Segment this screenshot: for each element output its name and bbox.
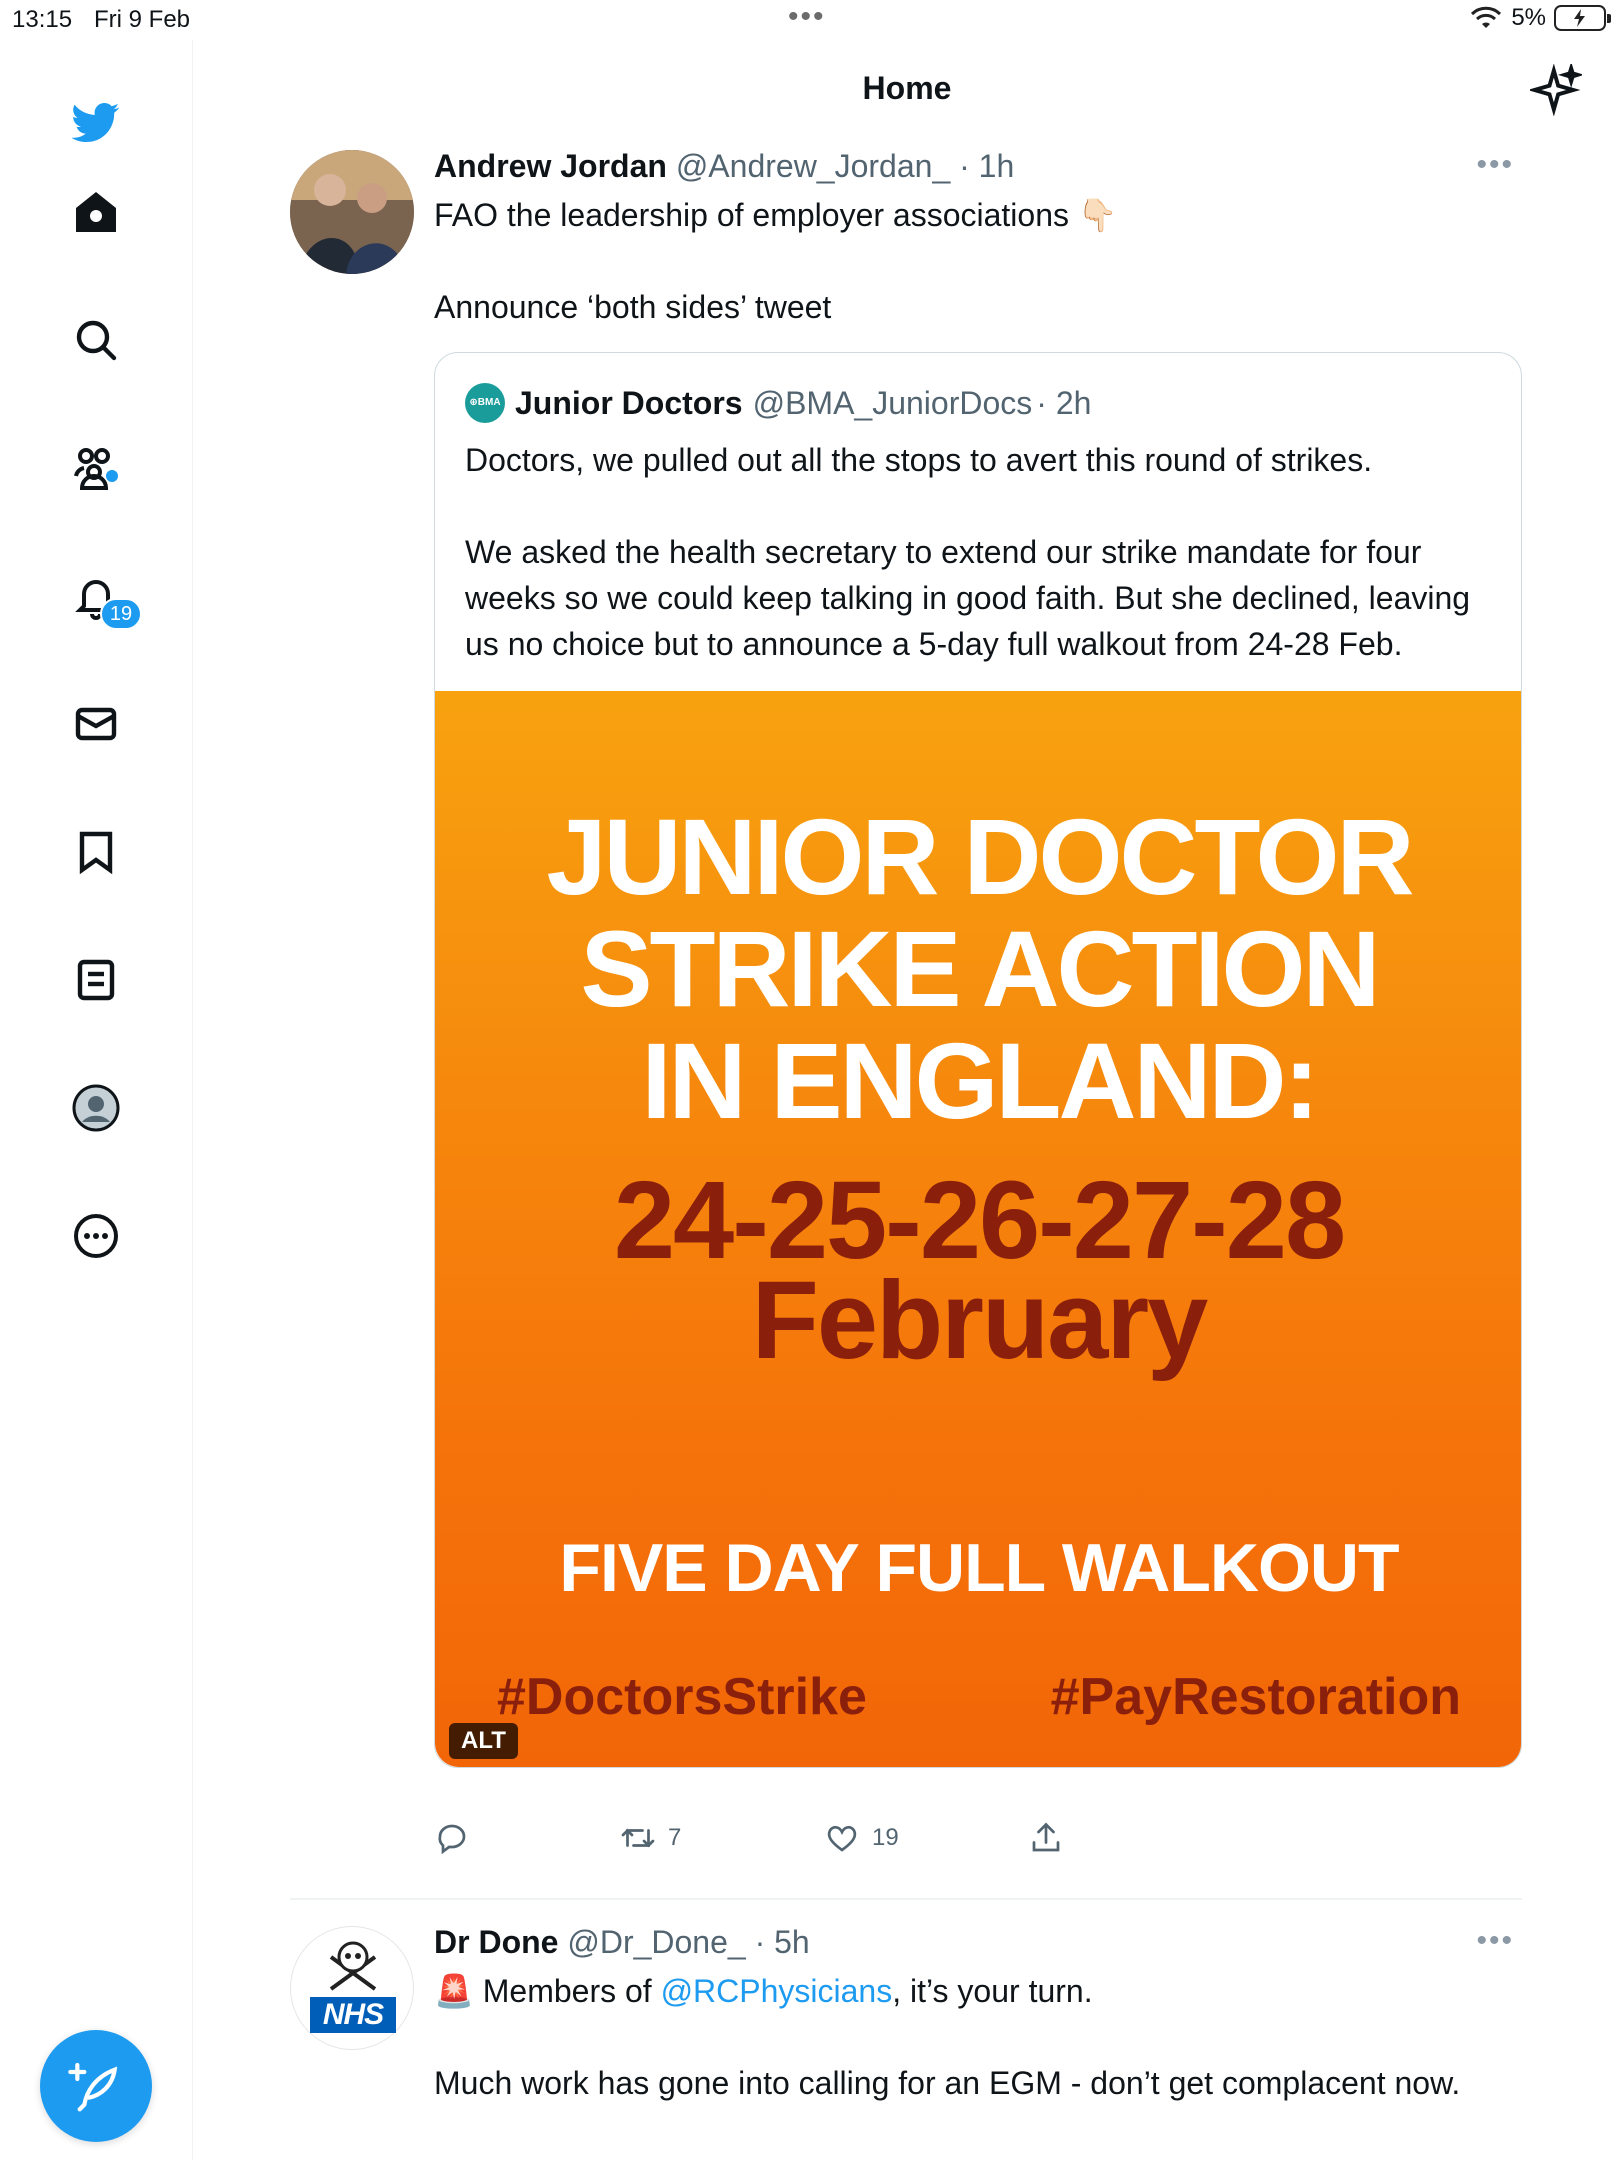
reply-icon (438, 1824, 466, 1855)
quoted-author-name: Junior Doctors (515, 385, 743, 421)
quoted-tweet-text: Doctors, we pulled out all the stops to … (465, 437, 1491, 667)
status-time: 13:15 (12, 6, 73, 33)
image-title: JUNIOR DOCTOR STRIKE ACTION IN ENGLAND: (435, 796, 1521, 1141)
tweet-text-para2: Much work has gone into calling for an E… (434, 2065, 1461, 2101)
tweet-divider (290, 1898, 1522, 1900)
pointing-down-emoji: 👇🏻 (1077, 197, 1118, 233)
profile-avatar-icon[interactable] (64, 1076, 128, 1140)
image-date-range: 24-25-26-27-28 (613, 1159, 1346, 1282)
battery-percent: 5% (1511, 4, 1546, 31)
author-name[interactable]: Andrew Jordan (434, 148, 667, 184)
notifications-badge: 19 (100, 598, 142, 630)
tweet-header: Dr Done @Dr_Done_ · 5h (434, 1916, 1514, 1968)
image-hashtag-payrestoration: #PayRestoration (1050, 1668, 1461, 1726)
avatar-dr-done[interactable]: NHS (290, 1926, 414, 2050)
quoted-tweet[interactable]: ⊕BMA Junior Doctors @BMA_JuniorDocs · 2h… (434, 352, 1522, 1768)
tweet-text-pre: Members of (482, 1973, 661, 2009)
communities-unread-dot (106, 470, 118, 482)
author-name[interactable]: Dr Done (434, 1924, 558, 1960)
quoted-text-para1: Doctors, we pulled out all the stops to … (465, 442, 1373, 478)
status-date: Fri 9 Feb (94, 6, 191, 33)
quoted-tweet-header: ⊕BMA Junior Doctors @BMA_JuniorDocs · 2h (465, 381, 1521, 425)
image-title-line2: STRIKE ACTION (580, 908, 1381, 1029)
status-bar: 13:15 Fri 9 Feb ••• 5% (0, 0, 1620, 40)
image-title-line1: JUNIOR DOCTOR (546, 796, 1414, 917)
reply-button[interactable] (434, 1820, 482, 1856)
tweet-text: 🚨 Members of @RCPhysicians, it’s your tu… (434, 1968, 1514, 2106)
skull-crossbones-icon (329, 1941, 377, 1991)
home-header: Home (194, 40, 1620, 140)
tweet-text-line1: FAO the leadership of employer associati… (434, 197, 1069, 233)
multitasking-dots-icon[interactable]: ••• (788, 0, 826, 34)
author-handle[interactable]: @Andrew_Jordan_ (676, 148, 950, 184)
like-button[interactable]: 19 (824, 1820, 899, 1856)
image-hashtag-doctorsstrike: #DoctorsStrike (497, 1668, 867, 1726)
image-dates: 24-25-26-27-28 February (435, 1159, 1521, 1382)
quoted-tweet-time: · 2h (1036, 385, 1092, 421)
nhs-logo: NHS (310, 1997, 396, 2033)
author-handle[interactable]: @Dr_Done_ (567, 1924, 745, 1960)
messages-icon[interactable] (64, 692, 128, 756)
retweet-button[interactable]: 7 (620, 1820, 681, 1856)
avatar-andrew-jordan[interactable] (290, 150, 414, 274)
quoted-text-para2: We asked the health secretary to extend … (465, 534, 1471, 662)
wifi-icon (1471, 6, 1502, 28)
compose-tweet-button[interactable] (40, 2030, 152, 2142)
tweet-more-options-icon[interactable]: ••• (1476, 1924, 1514, 1958)
lists-icon[interactable] (64, 948, 128, 1012)
quoted-author-handle: @BMA_JuniorDocs (752, 385, 1033, 421)
tweet-more-options-icon[interactable]: ••• (1476, 148, 1514, 182)
tweet-time: · 5h (754, 1924, 810, 1960)
page-title: Home (862, 70, 952, 106)
image-title-line3: IN ENGLAND: (641, 1020, 1320, 1141)
sparkle-icon[interactable] (1530, 64, 1582, 116)
siren-emoji: 🚨 (434, 1973, 474, 2009)
tweet-text-line2: Announce ‘both sides’ tweet (434, 289, 832, 325)
tweet-header: Andrew Jordan @Andrew_Jordan_ · 1h (434, 140, 1514, 192)
image-walkout-text: FIVE DAY FULL WALKOUT (559, 1530, 1399, 1606)
strike-announcement-image[interactable]: JUNIOR DOCTOR STRIKE ACTION IN ENGLAND: … (435, 691, 1521, 1767)
communities-icon[interactable] (64, 436, 128, 500)
tweet-text-post: , it’s your turn. (892, 1973, 1093, 2009)
tweet-time: · 1h (959, 148, 1015, 184)
more-options-icon[interactable] (64, 1204, 128, 1268)
share-icon (1032, 1822, 1060, 1852)
alt-text-badge[interactable]: ALT (449, 1723, 518, 1759)
bma-logo-icon: ⊕BMA (465, 383, 505, 423)
image-month: February (751, 1259, 1209, 1382)
retweet-icon (621, 1828, 655, 1848)
home-icon[interactable] (64, 180, 128, 244)
twitter-logo-icon[interactable] (64, 90, 128, 154)
sidebar: 19 (0, 40, 193, 2160)
retweet-count: 7 (668, 1824, 682, 1851)
mention-link[interactable]: @RCPhysicians (661, 1973, 893, 2009)
search-icon[interactable] (64, 308, 128, 372)
tweet-text: FAO the leadership of employer associati… (434, 192, 1514, 330)
like-count: 19 (872, 1824, 899, 1851)
share-button[interactable] (1028, 1820, 1064, 1856)
tweet-actions: 7 19 (434, 1820, 1134, 1868)
compose-feather-icon (68, 2062, 118, 2112)
battery-charging-icon (1554, 5, 1611, 31)
bookmarks-icon[interactable] (64, 820, 128, 884)
heart-icon (827, 1825, 857, 1852)
